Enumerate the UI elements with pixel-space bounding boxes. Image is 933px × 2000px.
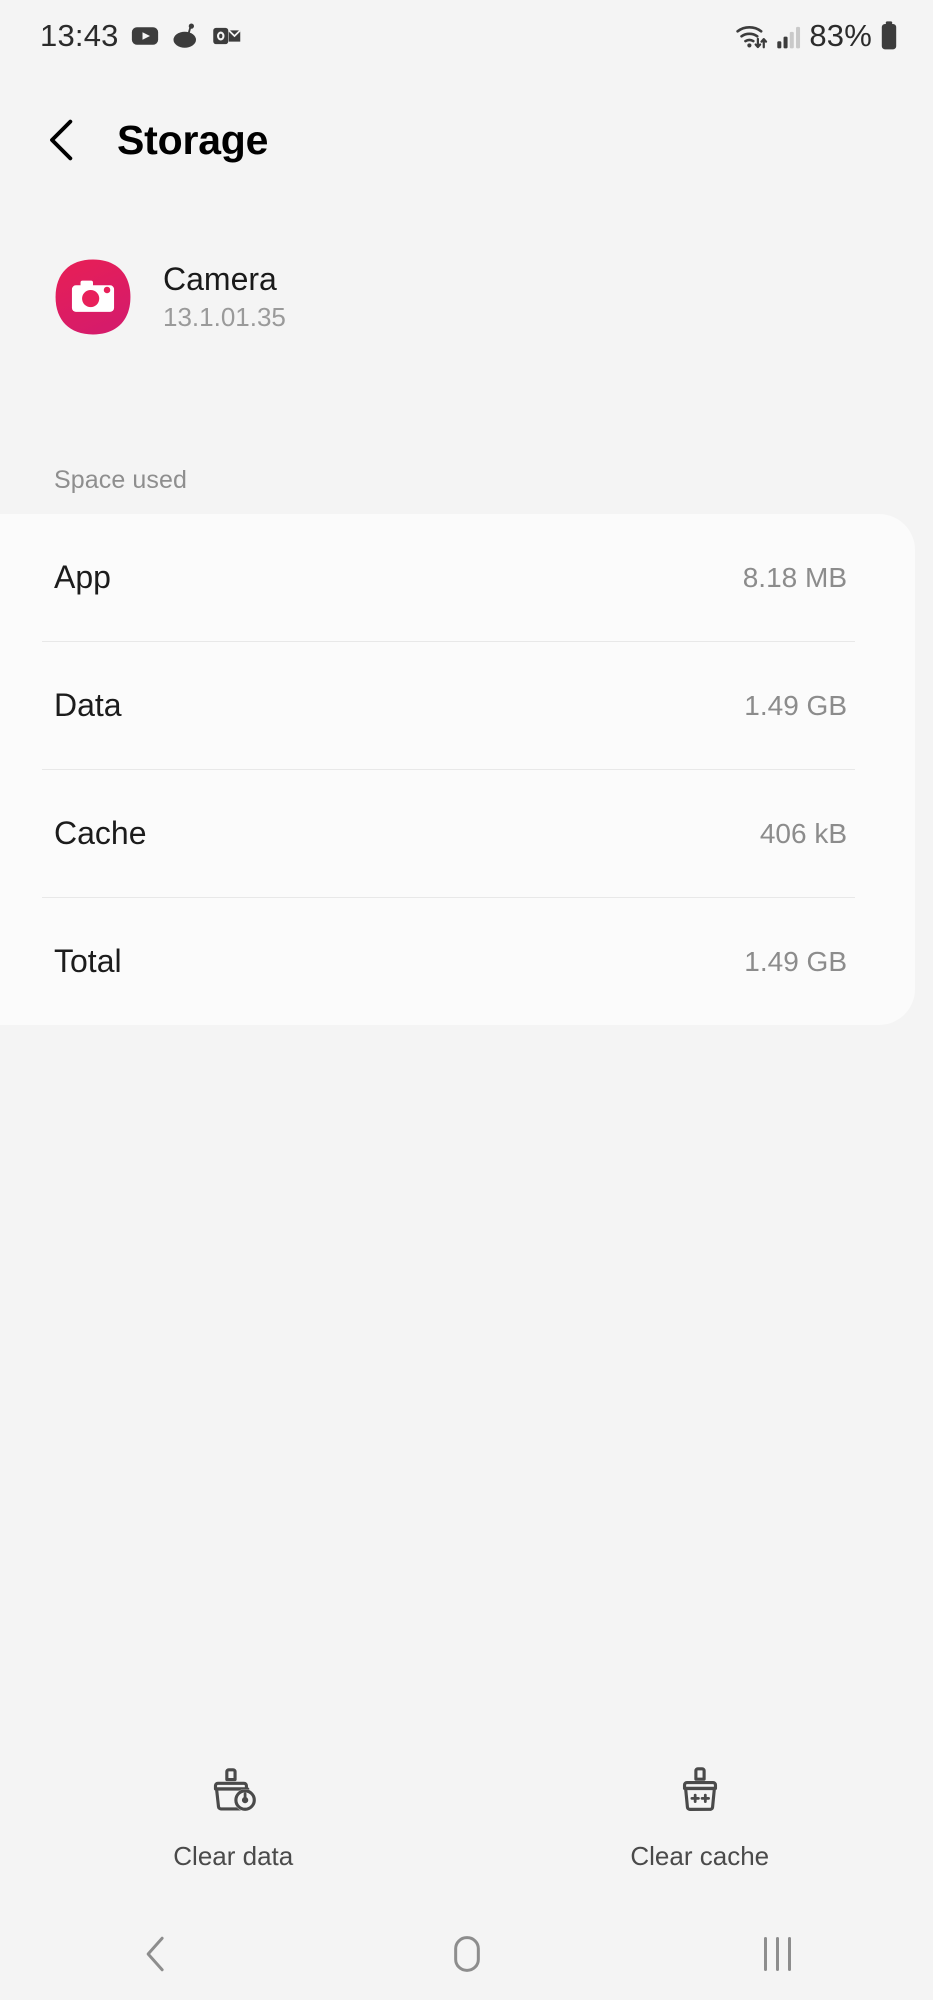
battery-percent-label: 83% (809, 18, 872, 54)
row-label: Cache (54, 815, 147, 852)
nav-back-button[interactable] (0, 1908, 311, 2000)
app-version: 13.1.01.35 (163, 304, 286, 331)
row-value: 8.18 MB (743, 562, 847, 594)
row-label: Data (54, 687, 122, 724)
row-value: 406 kB (760, 818, 847, 850)
space-used-card: App 8.18 MB Data 1.49 GB Cache 406 kB To… (0, 514, 915, 1025)
row-label: App (54, 559, 111, 596)
row-label: Total (54, 943, 122, 980)
nav-back-icon (141, 1933, 171, 1975)
reddit-icon (171, 21, 201, 51)
table-row[interactable]: App 8.18 MB (0, 514, 915, 641)
clear-cache-button[interactable]: Clear cache (467, 1762, 933, 1872)
nav-recents-button[interactable] (622, 1908, 933, 2000)
phone-screen: 13:43 (0, 0, 933, 2000)
wifi-icon (735, 20, 769, 52)
page-header: Storage (0, 100, 933, 180)
outlook-icon (212, 21, 242, 51)
youtube-icon (130, 21, 160, 51)
app-info-row: Camera 13.1.01.35 (0, 258, 933, 336)
table-row[interactable]: Cache 406 kB (0, 770, 915, 897)
status-bar-left: 13:43 (40, 18, 242, 54)
nav-recents-icon (764, 1937, 791, 1971)
camera-app-icon (54, 258, 132, 336)
action-label: Clear data (173, 1841, 293, 1872)
back-chevron-icon (45, 118, 81, 162)
page-title: Storage (117, 117, 268, 164)
clear-cache-brush-icon (671, 1762, 729, 1820)
nav-home-icon (447, 1932, 487, 1976)
status-bar: 13:43 (0, 0, 933, 72)
table-row[interactable]: Total 1.49 GB (0, 898, 915, 1025)
battery-icon (879, 20, 899, 52)
status-bar-clock: 13:43 (40, 18, 119, 54)
row-value: 1.49 GB (744, 690, 847, 722)
space-used-label: Space used (54, 466, 187, 495)
back-button[interactable] (42, 119, 84, 161)
clear-data-button[interactable]: Clear data (0, 1762, 467, 1872)
cellular-signal-icon (776, 21, 802, 51)
system-navigation-bar (0, 1908, 933, 2000)
action-label: Clear cache (630, 1841, 769, 1872)
clear-data-brush-icon (204, 1762, 262, 1820)
table-row[interactable]: Data 1.49 GB (0, 642, 915, 769)
status-bar-right: 83% (735, 18, 899, 54)
app-name: Camera (163, 263, 286, 297)
app-meta: Camera 13.1.01.35 (163, 263, 286, 332)
row-value: 1.49 GB (744, 946, 847, 978)
nav-home-button[interactable] (311, 1908, 622, 2000)
action-buttons: Clear data Clear cache (0, 1762, 933, 1872)
